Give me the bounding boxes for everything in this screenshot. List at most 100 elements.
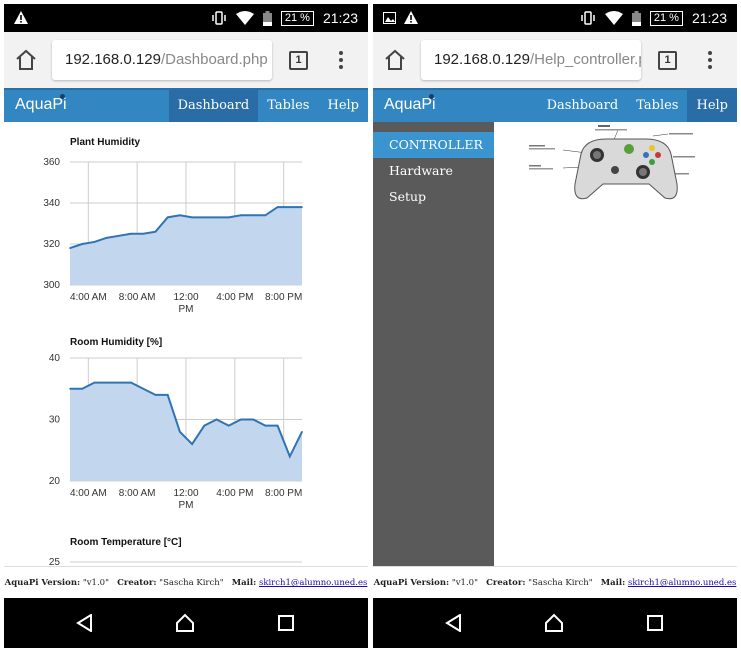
home-icon[interactable] [14, 48, 38, 72]
controller-diagram-image [529, 125, 695, 200]
x-tick-label: PM [179, 304, 194, 315]
back-icon[interactable] [445, 614, 463, 632]
chart-title-room-humidity: Room Humidity [%] [70, 337, 163, 348]
warning-icon [404, 11, 418, 24]
clock: 21:23 [691, 10, 727, 26]
dashboard-content[interactable]: Plant Humidity 300 320 340 360 4:00 AM 8:00 A… [4, 122, 368, 566]
data-point [154, 230, 157, 233]
nav-help[interactable]: Help [318, 90, 368, 122]
navbar: AquaPi Dashboard Tables Help [4, 88, 368, 122]
data-point [215, 216, 218, 219]
tab-switcher-button[interactable]: 1 [289, 51, 308, 70]
home-circle-icon[interactable] [175, 613, 195, 633]
data-point [179, 431, 181, 433]
data-point [154, 394, 157, 396]
data-point [240, 418, 242, 421]
wifi-icon [604, 11, 623, 25]
data-point [69, 247, 71, 249]
data-point [301, 206, 303, 208]
y-tick-label: 20 [49, 476, 61, 487]
recents-icon[interactable] [278, 615, 294, 631]
data-point [276, 206, 279, 208]
y-tick-label: 340 [43, 198, 60, 209]
data-point [130, 232, 132, 235]
url-path: /Help_controller.pl [529, 51, 641, 68]
recents-icon[interactable] [647, 615, 663, 631]
overflow-menu-icon[interactable] [336, 48, 346, 72]
y-tick-label: 40 [49, 353, 61, 364]
y-tick-label: 25 [49, 557, 61, 566]
navbar: AquaPi Dashboard Tables Help [373, 88, 737, 122]
data-point [301, 431, 303, 433]
url-host: 192.168.0.129 [65, 51, 161, 68]
x-tick-label: 8:00 PM [265, 292, 302, 303]
data-point [93, 241, 96, 243]
data-point [288, 455, 291, 458]
right-phone-screen: 21 % 21:23 192.168.0.129/Help_controller… [373, 4, 737, 648]
data-point [166, 394, 169, 396]
data-point [203, 424, 206, 427]
battery-icon [262, 10, 272, 26]
data-point [252, 418, 254, 421]
data-point [93, 381, 96, 384]
url-path: /Dashboard.php [160, 51, 268, 68]
image-icon [383, 11, 396, 24]
room-humidity-chart: 20 30 40 4:00 AM 8:00 AM 12:00PM 4:00 PM 8:00 P… [49, 353, 303, 511]
data-point [166, 216, 169, 219]
system-nav-bar [373, 598, 737, 648]
x-tick-label: 8:00 AM [119, 488, 156, 499]
status-bar: 21 % 21:23 [4, 4, 368, 32]
nav-tables[interactable]: Tables [258, 90, 318, 122]
chart-title-plant-humidity: Plant Humidity [70, 137, 141, 148]
x-tick-label: 8:00 PM [265, 488, 302, 499]
room-temperature-chart: 25 [49, 557, 302, 566]
sidebar-item-controller[interactable]: CONTROLLER [373, 132, 494, 158]
brand-logo[interactable]: AquaPi [15, 94, 67, 114]
x-tick-label: 4:00 AM [70, 488, 107, 499]
series-area [70, 207, 302, 285]
data-point [179, 214, 181, 217]
data-point [69, 387, 71, 390]
status-bar: 21 % 21:23 [373, 4, 737, 32]
overflow-menu-icon[interactable] [705, 48, 715, 72]
mail-link[interactable]: skirch1@alumno.uned.es [259, 578, 367, 588]
mail-link[interactable]: skirch1@alumno.uned.es [628, 578, 736, 588]
help-sidebar: CONTROLLER Hardware Setup [373, 122, 494, 566]
y-tick-label: 320 [43, 239, 60, 250]
address-bar[interactable]: 192.168.0.129/Dashboard.php [52, 40, 272, 80]
data-point [142, 232, 145, 235]
x-tick-label: 4:00 PM [216, 488, 253, 499]
data-point [227, 424, 230, 427]
sidebar-item-hardware-setup[interactable]: Hardware Setup [373, 158, 494, 204]
data-point [288, 206, 291, 208]
brand-logo[interactable]: AquaPi [384, 94, 436, 114]
data-point [105, 237, 108, 239]
data-point [191, 216, 193, 219]
left-phone-screen: 21 % 21:23 192.168.0.129/Dashboard.php 1… [4, 4, 368, 648]
browser-toolbar: 192.168.0.129/Dashboard.php 1 [4, 32, 368, 88]
data-point [191, 443, 193, 445]
data-point [130, 381, 132, 384]
data-point [264, 214, 267, 217]
nav-dashboard[interactable]: Dashboard [168, 90, 259, 122]
battery-icon [631, 10, 641, 26]
footer: AquaPi Version: "v1.0" Creator: "Sascha … [373, 566, 737, 598]
data-point [203, 216, 206, 219]
data-point [227, 216, 230, 219]
x-tick-label: 4:00 PM [216, 292, 253, 303]
footer: AquaPi Version: "v1.0" Creator: "Sascha … [4, 566, 368, 598]
nav-dashboard[interactable]: Dashboard [538, 90, 628, 122]
home-icon[interactable] [383, 48, 407, 72]
url-host: 192.168.0.129 [434, 51, 530, 68]
home-circle-icon[interactable] [544, 613, 564, 633]
help-content: CONTROLLER Hardware Setup [373, 122, 737, 566]
y-tick-label: 360 [43, 157, 60, 168]
vibrate-icon [581, 11, 595, 25]
tab-switcher-button[interactable]: 1 [658, 51, 677, 70]
nav-help[interactable]: Help [687, 90, 737, 122]
nav-tables[interactable]: Tables [627, 90, 687, 122]
data-point [118, 235, 120, 237]
warning-icon [14, 11, 28, 24]
back-icon[interactable] [76, 614, 94, 632]
address-bar[interactable]: 192.168.0.129/Help_controller.pl [421, 40, 641, 80]
